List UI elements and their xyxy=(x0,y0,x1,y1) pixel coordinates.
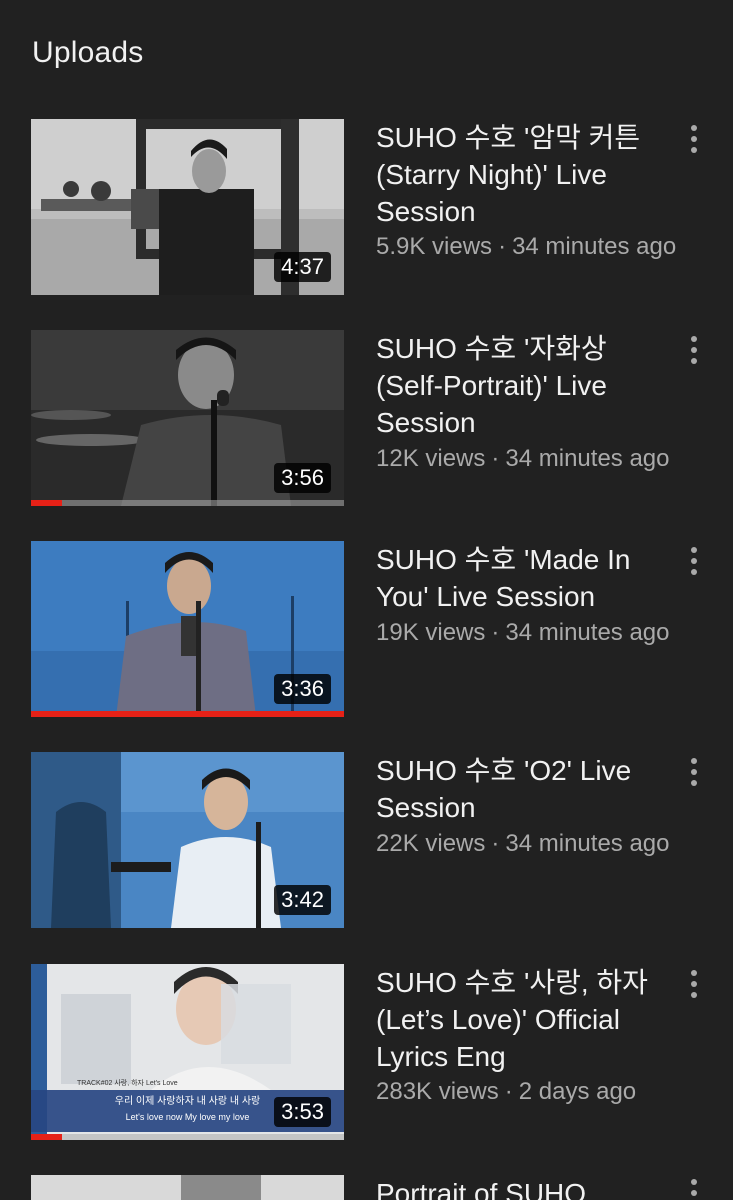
video-duration: 3:36 xyxy=(274,674,331,704)
upload-age: 34 minutes ago xyxy=(505,830,670,857)
watch-progress-fill xyxy=(31,1134,63,1140)
more-vert-icon[interactable] xyxy=(681,966,707,1002)
video-metadata: 12K views · 34 minutes ago xyxy=(376,445,670,472)
video-duration: 3:53 xyxy=(274,1097,331,1127)
view-count: 12K views xyxy=(376,445,486,472)
more-vert-icon[interactable] xyxy=(681,754,707,790)
video-title[interactable]: Portrait of SUHO xyxy=(376,1175,666,1200)
video-thumbnail[interactable]: TRACK#02 사랑, 하자 Let's Love 우리 이제 사랑하자 내 … xyxy=(31,964,344,1140)
watch-progress-fill xyxy=(31,500,63,506)
video-thumbnail[interactable]: 3:56 xyxy=(31,330,344,506)
view-count: 5.9K views xyxy=(376,233,493,260)
view-count: 22K views xyxy=(376,830,486,857)
thumbnail-track-label: TRACK#02 사랑, 하자 Let's Love xyxy=(77,1080,178,1087)
video-title[interactable]: SUHO 수호 '자화상 (Self-Portrait)' Live Sessi… xyxy=(376,330,666,441)
video-item[interactable]: 3:56 SUHO 수호 '자화상 (Self-Portrait)' Live … xyxy=(0,330,733,506)
upload-age: 34 minutes ago xyxy=(512,233,677,260)
video-metadata: 283K views · 2 days ago xyxy=(376,1078,637,1105)
video-title[interactable]: SUHO 수호 '암막 커튼 (Starry Night)' Live Sess… xyxy=(376,119,666,230)
more-vert-icon[interactable] xyxy=(681,121,707,157)
video-item[interactable]: Portrait of SUHO xyxy=(0,1175,733,1200)
video-item[interactable]: 4:37 SUHO 수호 '암막 커튼 (Starry Night)' Live… xyxy=(0,119,733,295)
upload-age: 34 minutes ago xyxy=(505,619,670,646)
video-metadata: 5.9K views · 34 minutes ago xyxy=(376,233,677,260)
video-thumbnail[interactable] xyxy=(31,1175,344,1200)
upload-age: 2 days ago xyxy=(518,1078,637,1105)
video-duration: 4:37 xyxy=(274,252,331,282)
upload-age: 34 minutes ago xyxy=(505,445,670,472)
video-thumbnail[interactable]: 3:36 xyxy=(31,541,344,717)
watch-progress-bar xyxy=(31,711,344,717)
view-count: 283K views xyxy=(376,1078,499,1105)
video-duration: 3:56 xyxy=(274,463,331,493)
view-count: 19K views xyxy=(376,619,486,646)
thumbnail-image xyxy=(31,1175,344,1200)
video-metadata: 22K views · 34 minutes ago xyxy=(376,830,670,857)
video-title[interactable]: SUHO 수호 'O2' Live Session xyxy=(376,752,666,826)
video-thumbnail[interactable]: 4:37 xyxy=(31,119,344,295)
more-vert-icon[interactable] xyxy=(681,543,707,579)
video-item[interactable]: TRACK#02 사랑, 하자 Let's Love 우리 이제 사랑하자 내 … xyxy=(0,964,733,1140)
video-title[interactable]: SUHO 수호 '사랑, 하자 (Let’s Love)' Official L… xyxy=(376,964,666,1075)
watch-progress-bar xyxy=(31,1134,344,1140)
watch-progress-bar xyxy=(31,500,344,506)
video-thumbnail[interactable]: 3:42 xyxy=(31,752,344,928)
more-vert-icon[interactable] xyxy=(681,332,707,368)
more-vert-icon[interactable] xyxy=(681,1175,707,1200)
video-metadata: 19K views · 34 minutes ago xyxy=(376,619,670,646)
video-title[interactable]: SUHO 수호 'Made In You' Live Session xyxy=(376,541,666,615)
uploads-section-title: Uploads xyxy=(32,36,144,69)
watch-progress-fill xyxy=(31,711,344,717)
video-item[interactable]: 3:42 SUHO 수호 'O2' Live Session 22K views… xyxy=(0,752,733,928)
video-duration: 3:42 xyxy=(274,885,331,915)
video-item[interactable]: 3:36 SUHO 수호 'Made In You' Live Session … xyxy=(0,541,733,717)
